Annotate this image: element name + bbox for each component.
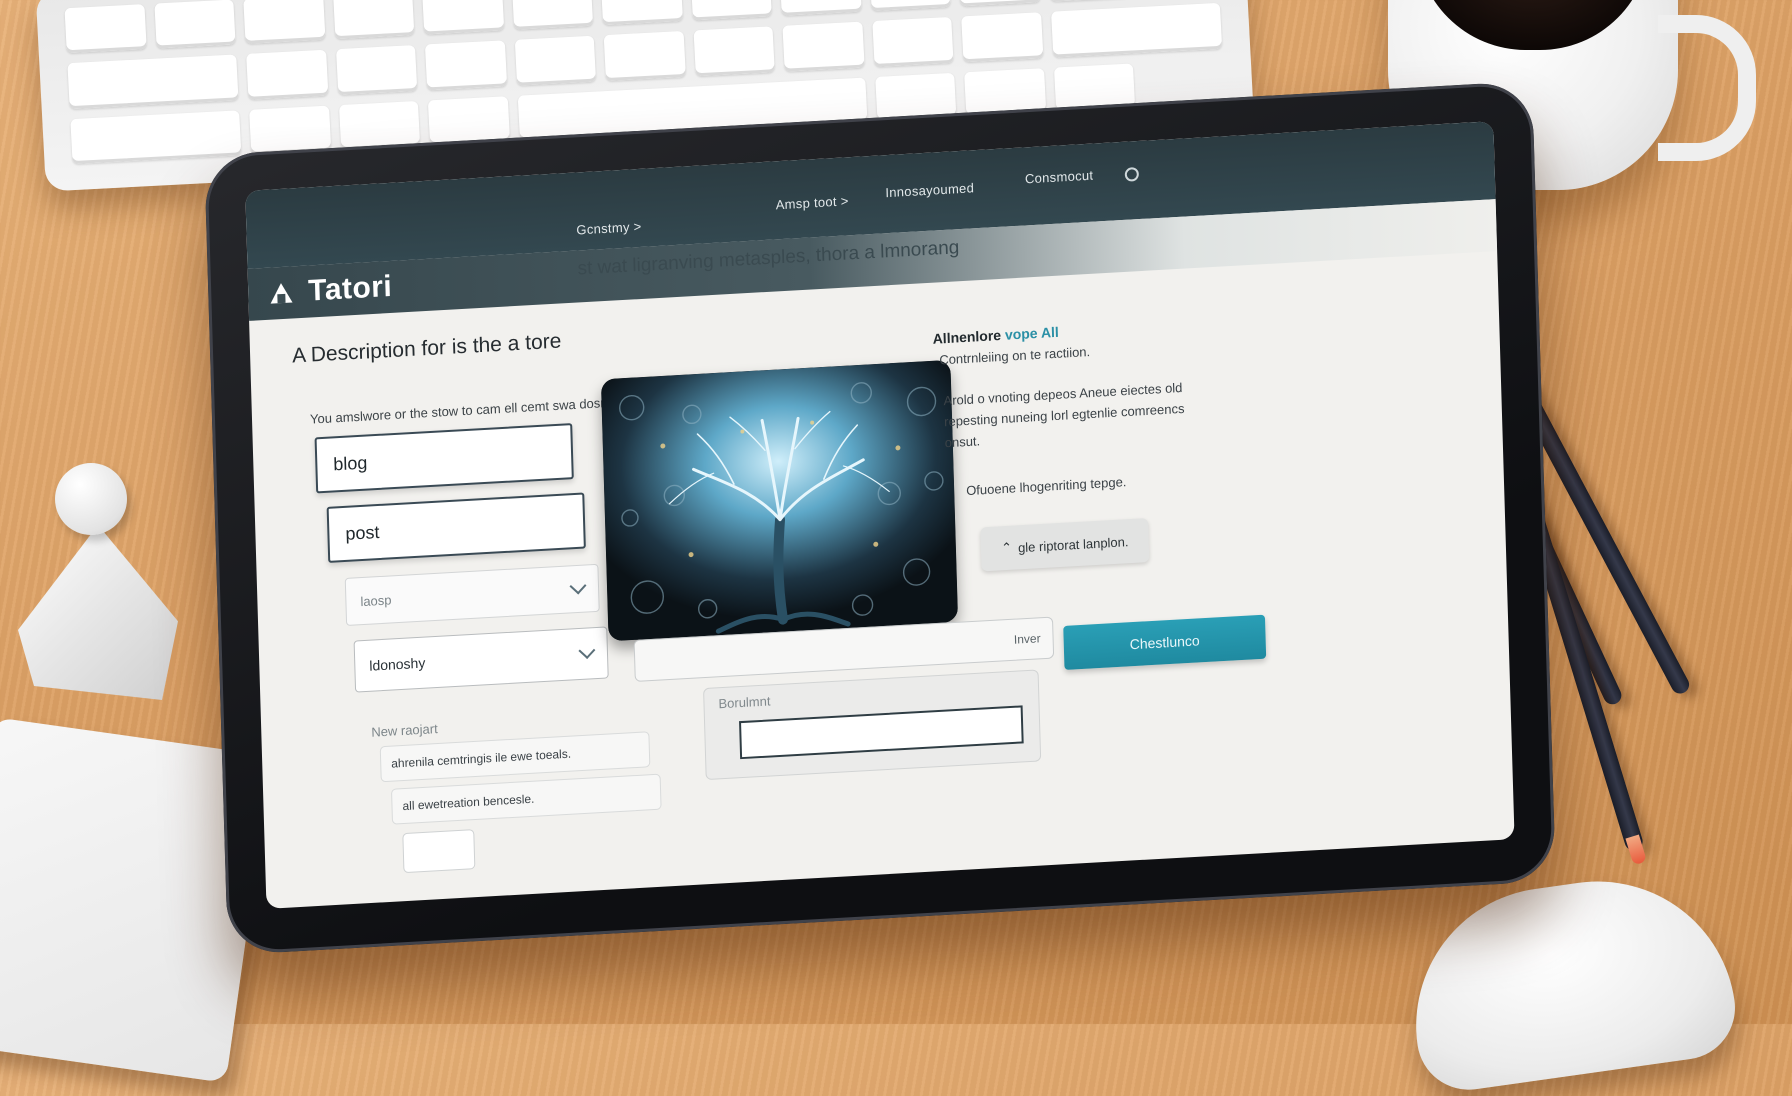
side-note: Ofuoene lhogenriting tepge.: [965, 474, 1127, 499]
blog-input[interactable]: blog: [314, 423, 574, 494]
tablet: Gcnstmy > Amsp toot > Innosayoumed Consm…: [204, 80, 1556, 956]
type-select[interactable]: ldonoshy: [353, 626, 609, 693]
new-project-label: New raojart: [371, 721, 438, 740]
sub-panel-input[interactable]: [739, 705, 1024, 760]
post-input[interactable]: post: [326, 492, 586, 563]
side-title: Allnenlore vope All: [932, 324, 1059, 347]
list-item-text: ahrenila cemtringis ile ewe toeals.: [391, 746, 572, 771]
tablet-screen: Gcnstmy > Amsp toot > Innosayoumed Consm…: [245, 121, 1515, 909]
upload-button[interactable]: ⌃ gle riptorat lanplon.: [980, 518, 1150, 572]
tree-artwork-svg: [600, 359, 959, 642]
side-body: Arold o vnoting depeos Aneue eiectes old…: [943, 379, 1185, 451]
chevron-down-icon[interactable]: [578, 642, 596, 660]
computer-mouse: [1398, 863, 1742, 1096]
sub-panel: Borulmnt: [703, 669, 1042, 781]
list-item-text: all ewetreation bencesle.: [402, 791, 535, 814]
list-item[interactable]: all ewetreation bencesle.: [390, 773, 662, 825]
upload-button-label: gle riptorat lanplon.: [1017, 533, 1129, 555]
nav-link-1[interactable]: Gcnstmy >: [576, 219, 642, 238]
upload-icon: ⌃: [1000, 539, 1013, 556]
settings-icon[interactable]: [1124, 167, 1140, 182]
sub-panel-label: Borulmnt: [718, 693, 771, 712]
category-select[interactable]: laosp: [344, 563, 600, 626]
nav-link-3[interactable]: Innosayoumed: [885, 180, 974, 200]
blog-input-value: blog: [333, 452, 368, 474]
type-select-value: ldonoshy: [369, 654, 426, 674]
main-intro: You amslwore or the stow to cam ell cemt…: [309, 394, 619, 427]
nav-link-2[interactable]: Amsp toot >: [775, 193, 848, 212]
small-input[interactable]: [402, 829, 476, 874]
tatori-logo-icon: [269, 282, 293, 304]
tree-artwork-image: [600, 359, 959, 642]
list-item[interactable]: ahrenila cemtringis ile ewe toeals.: [379, 731, 651, 783]
main-heading: A Description for is the a tore: [291, 329, 562, 368]
view-all-link[interactable]: vope All: [1005, 324, 1059, 343]
paper-figure: [10, 455, 180, 705]
app-title: Tatori: [307, 269, 393, 308]
side-title-text: Allnenlore: [932, 326, 1002, 347]
category-select-value: laosp: [360, 591, 392, 609]
nav-link-4[interactable]: Consmocut: [1025, 168, 1094, 187]
post-input-value: post: [345, 521, 380, 544]
wide-input-hint: Inver: [1013, 631, 1041, 647]
chevron-down-icon[interactable]: [569, 577, 587, 595]
side-subtitle: Contrnleiing on te ractiion.: [939, 344, 1091, 368]
submit-button[interactable]: Chestlunco: [1063, 614, 1267, 670]
